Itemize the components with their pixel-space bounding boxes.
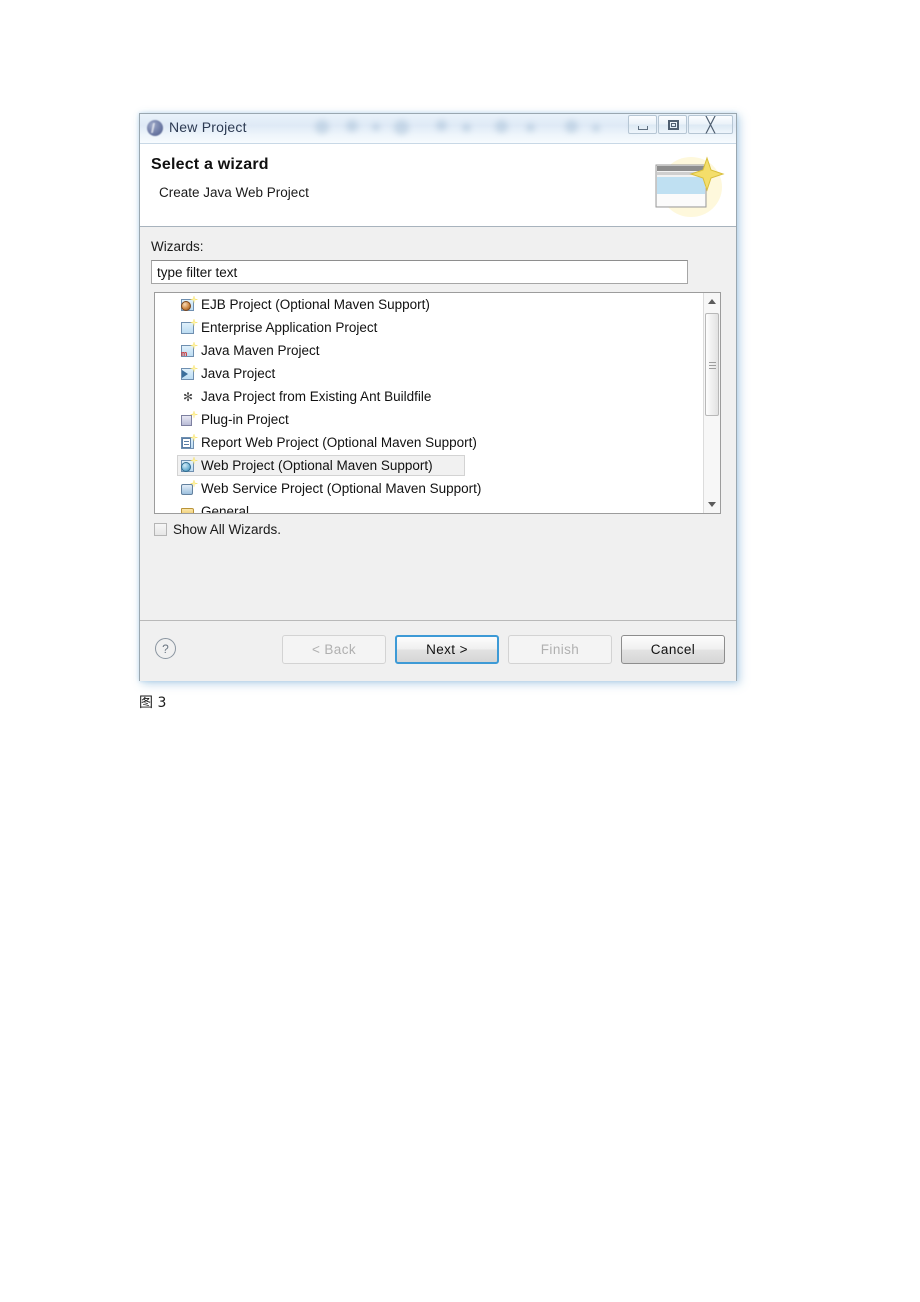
list-item-label: Report Web Project (Optional Maven Suppo…	[201, 435, 477, 450]
filter-input[interactable]	[151, 260, 688, 284]
cancel-button[interactable]: Cancel	[621, 635, 725, 664]
dialog-buttons: < Back Next > Finish Cancel	[282, 635, 725, 664]
list-item[interactable]: Enterprise Application Project	[155, 316, 703, 339]
plugin-project-icon	[181, 410, 198, 428]
ant-buildfile-icon: ✻	[182, 389, 194, 404]
list-item[interactable]: Plug-in Project	[155, 408, 703, 431]
titlebar-blur-blob	[526, 123, 535, 132]
help-icon[interactable]: ?	[155, 638, 176, 659]
list-item-label: Java Maven Project	[201, 343, 320, 358]
java-project-icon	[181, 364, 198, 382]
window-title: New Project	[169, 119, 247, 135]
close-icon: ╳	[705, 115, 716, 134]
show-all-wizards-checkbox[interactable]	[154, 523, 167, 536]
back-button[interactable]: < Back	[282, 635, 386, 664]
next-button[interactable]: Next >	[395, 635, 499, 664]
list-item[interactable]: Web Service Project (Optional Maven Supp…	[155, 477, 703, 500]
page-title: Select a wizard	[151, 156, 269, 173]
list-item-label: Plug-in Project	[201, 412, 289, 427]
dialog-footer: ? < Back Next > Finish Cancel	[140, 620, 736, 681]
java-maven-project-icon: m	[181, 341, 198, 359]
list-item-label: Web Project (Optional Maven Support)	[201, 458, 433, 473]
list-scrollbar[interactable]	[703, 293, 720, 513]
titlebar-blur-blob	[346, 120, 358, 132]
wizard-list[interactable]: EJB Project (Optional Maven Support) Ent…	[154, 292, 721, 514]
restore-button[interactable]	[658, 115, 687, 134]
ejb-project-icon	[181, 295, 198, 313]
new-project-dialog: New Project ╳ Select a wizard Create Jav…	[139, 113, 737, 681]
titlebar-blur-blob	[592, 124, 600, 132]
titlebar-blur-blob	[462, 123, 471, 132]
figure-caption: 图 3	[139, 695, 167, 711]
list-item-label: Java Project from Existing Ant Buildfile	[201, 389, 432, 404]
wizard-body: Wizards: EJB Project (Optional Maven Sup…	[140, 227, 736, 620]
restore-icon	[668, 120, 679, 130]
list-item[interactable]: General	[155, 500, 703, 513]
minimize-icon	[638, 126, 648, 130]
scroll-down-icon[interactable]	[704, 496, 720, 513]
title-bar[interactable]: New Project ╳	[140, 114, 736, 144]
wizard-banner-icon	[634, 144, 732, 225]
list-item[interactable]: EJB Project (Optional Maven Support)	[155, 293, 703, 316]
show-all-wizards-row[interactable]: Show All Wizards.	[154, 522, 281, 537]
scroll-grip	[709, 362, 716, 369]
titlebar-blur-blob	[565, 120, 578, 133]
scroll-thumb[interactable]	[705, 313, 719, 416]
wizard-header: Select a wizard Create Java Web Project	[140, 144, 736, 227]
wizards-label: Wizards:	[151, 239, 204, 254]
web-project-icon	[181, 456, 198, 474]
list-item-label: EJB Project (Optional Maven Support)	[201, 297, 430, 312]
list-item[interactable]: m Java Maven Project	[155, 339, 703, 362]
close-button[interactable]: ╳	[688, 115, 733, 134]
titlebar-blur-blob	[315, 120, 329, 134]
window-controls: ╳	[627, 115, 733, 134]
titlebar-blur-blob	[495, 120, 508, 133]
enterprise-application-project-icon	[181, 318, 198, 336]
web-service-project-icon	[181, 479, 198, 497]
wizard-list-items: EJB Project (Optional Maven Support) Ent…	[155, 293, 703, 513]
titlebar-blur-blob	[372, 123, 380, 131]
scroll-up-icon[interactable]	[704, 293, 720, 310]
minimize-button[interactable]	[628, 115, 657, 134]
list-item-selected[interactable]: Web Project (Optional Maven Support)	[155, 454, 703, 477]
list-item[interactable]: ✻ Java Project from Existing Ant Buildfi…	[155, 385, 703, 408]
titlebar-blur-blob	[394, 120, 409, 135]
show-all-wizards-label: Show All Wizards.	[173, 522, 282, 537]
list-item-label: General	[201, 504, 250, 513]
list-item-label: Web Service Project (Optional Maven Supp…	[201, 481, 482, 496]
folder-icon	[181, 504, 197, 513]
page-subtitle: Create Java Web Project	[159, 185, 309, 200]
list-item-label: Enterprise Application Project	[201, 320, 378, 335]
list-item[interactable]: Java Project	[155, 362, 703, 385]
eclipse-icon	[147, 120, 163, 136]
list-item-label: Java Project	[201, 366, 276, 381]
finish-button[interactable]: Finish	[508, 635, 612, 664]
list-item[interactable]: Report Web Project (Optional Maven Suppo…	[155, 431, 703, 454]
titlebar-blur-blob	[436, 120, 447, 131]
report-web-project-icon	[181, 433, 198, 451]
